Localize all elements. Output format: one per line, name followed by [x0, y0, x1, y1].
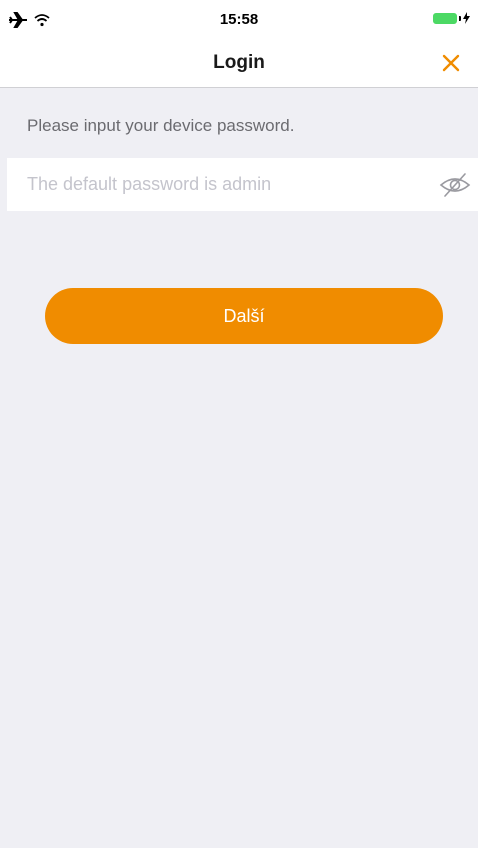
close-icon [442, 54, 460, 72]
nav-bar: Login [0, 40, 478, 88]
password-row [7, 158, 478, 211]
password-field[interactable] [27, 158, 427, 211]
battery-tip [459, 15, 461, 21]
status-bar: 15:58 [0, 0, 478, 40]
status-right [433, 12, 470, 24]
charging-icon [463, 12, 470, 24]
next-button[interactable]: Další [45, 288, 443, 344]
instruction-text: Please input your device password. [27, 116, 295, 135]
status-time: 15:58 [219, 11, 259, 28]
page-title: Login [213, 52, 265, 73]
battery-icon [433, 12, 457, 24]
password-visibility-toggle[interactable] [439, 172, 471, 198]
close-button[interactable] [438, 50, 464, 76]
eye-off-icon [439, 173, 471, 197]
